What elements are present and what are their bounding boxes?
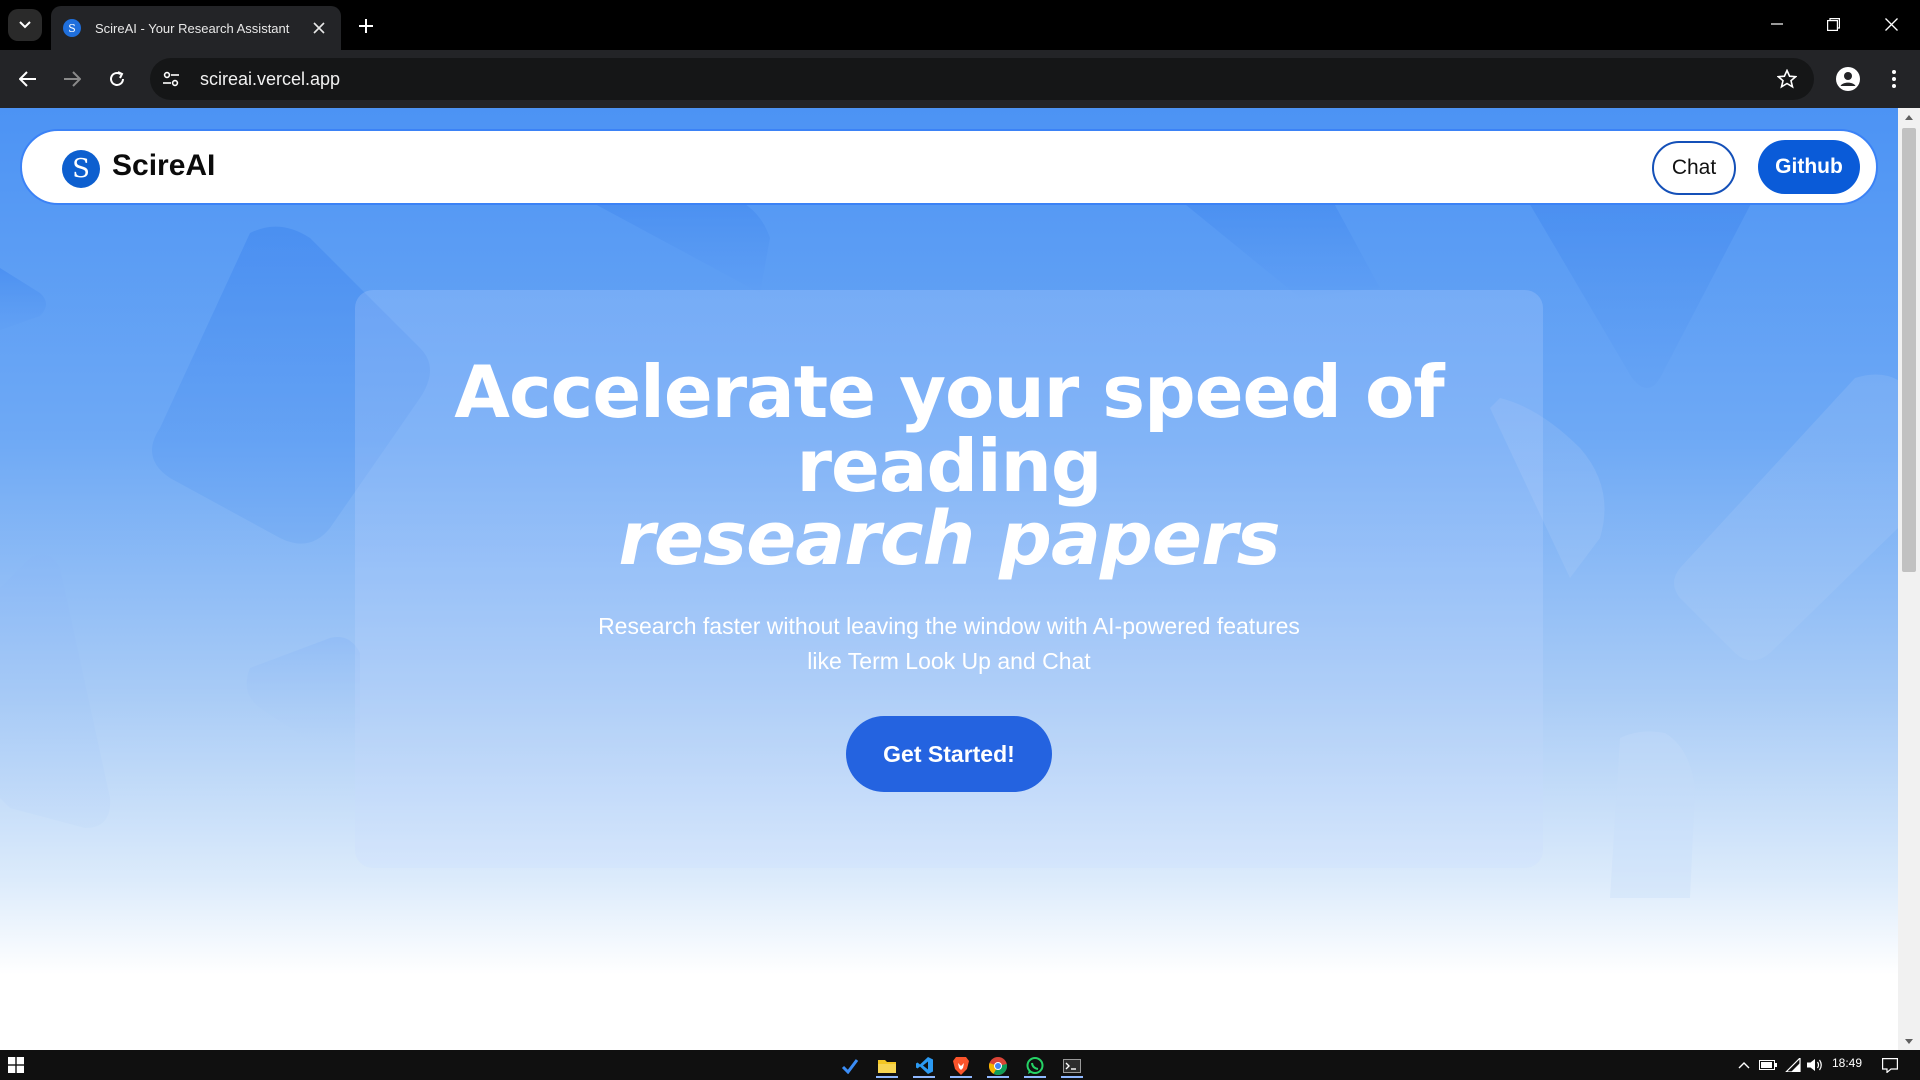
new-tab-button[interactable] (352, 12, 380, 40)
decor-shape (1674, 374, 1898, 661)
taskbar-app-todo[interactable] (835, 1053, 865, 1078)
page-viewport: S ScireAI Chat Github Accelerate your sp… (0, 108, 1898, 1050)
arrow-left-icon (19, 71, 36, 87)
tune-icon (163, 71, 179, 87)
close-icon (1884, 17, 1898, 31)
scroll-thumb[interactable] (1902, 128, 1916, 572)
file-explorer-icon (878, 1060, 896, 1073)
scireai-logo-icon[interactable]: S (62, 150, 100, 188)
reload-icon (110, 71, 124, 86)
plus-icon (359, 19, 373, 33)
tray-overflow-button[interactable] (1736, 1057, 1752, 1073)
chat-button[interactable]: Chat (1652, 141, 1736, 195)
close-icon (313, 22, 325, 34)
browser-toolbar: scireai.vercel.app (0, 50, 1920, 108)
scroll-up-button[interactable] (1898, 108, 1920, 126)
close-window-button[interactable] (1868, 8, 1914, 40)
bookmark-button[interactable] (1770, 62, 1804, 96)
brave-icon (953, 1056, 969, 1075)
url-text[interactable]: scireai.vercel.app (200, 69, 1770, 90)
tray-volume[interactable] (1806, 1057, 1824, 1073)
page-scrollbar[interactable] (1898, 108, 1920, 1050)
restore-button[interactable] (1810, 8, 1856, 40)
tab-search-button[interactable] (8, 9, 42, 41)
notification-icon (1882, 1057, 1898, 1073)
browser-menu-button[interactable] (1878, 63, 1910, 95)
browser-tab-active[interactable]: S ScireAI - Your Research Assistant (51, 6, 341, 50)
restore-icon (1826, 17, 1840, 31)
minimize-icon (1771, 23, 1783, 25)
avatar-icon (1836, 67, 1860, 91)
taskbar-app-terminal[interactable] (1057, 1053, 1087, 1078)
windows-start-icon[interactable] (8, 1057, 24, 1073)
decor-shape (1175, 196, 1380, 298)
taskbar-clock[interactable]: 18:49 (1832, 1056, 1862, 1070)
site-navbar: S ScireAI Chat Github (20, 129, 1878, 205)
forward-button[interactable] (56, 63, 88, 95)
address-bar[interactable]: scireai.vercel.app (150, 58, 1814, 100)
site-info-button[interactable] (154, 62, 188, 96)
profile-button[interactable] (1832, 63, 1864, 95)
github-button[interactable]: Github (1758, 140, 1860, 194)
decor-shape (580, 196, 770, 293)
get-started-button[interactable]: Get Started! (846, 716, 1052, 792)
wifi-icon (1785, 1058, 1801, 1072)
chevron-up-icon (1738, 1061, 1750, 1068)
arrow-right-icon (64, 71, 81, 87)
back-button[interactable] (12, 63, 44, 95)
notification-center-button[interactable] (1880, 1057, 1900, 1073)
taskbar-app-brave[interactable] (946, 1053, 976, 1078)
tab-favicon-icon: S (63, 19, 81, 37)
tab-close-button[interactable] (309, 18, 329, 38)
decor-shape (1525, 196, 1755, 388)
decor-shape (246, 637, 360, 748)
triangle-down-icon (1905, 1038, 1913, 1044)
decor-shape (0, 554, 111, 828)
decor-shape (0, 268, 46, 330)
chevron-down-icon (19, 21, 31, 29)
tray-battery[interactable] (1758, 1057, 1778, 1073)
terminal-icon (1063, 1058, 1081, 1073)
speaker-icon (1807, 1059, 1822, 1071)
minimize-button[interactable] (1754, 8, 1800, 40)
tray-network[interactable] (1784, 1057, 1802, 1073)
taskbar-app-vscode[interactable] (909, 1053, 939, 1078)
hero-subtitle-line1: Research faster without leaving the wind… (598, 613, 1300, 639)
taskbar-app-explorer[interactable] (872, 1053, 902, 1078)
windows-taskbar: 18:49 (0, 1050, 1920, 1080)
hero-heading-line1: Accelerate your speed of (454, 350, 1445, 434)
taskbar-app-chrome[interactable] (983, 1053, 1013, 1078)
browser-tab-bar: S ScireAI - Your Research Assistant (0, 0, 1920, 50)
brand-name[interactable]: ScireAI (112, 149, 215, 183)
hero-subtitle-line2: like Term Look Up and Chat (807, 648, 1091, 674)
taskbar-app-whatsapp[interactable] (1020, 1053, 1050, 1078)
more-vertical-icon (1892, 70, 1896, 88)
battery-icon (1759, 1060, 1777, 1070)
reload-button[interactable] (101, 63, 133, 95)
triangle-up-icon (1905, 114, 1913, 120)
whatsapp-icon (1026, 1056, 1044, 1074)
decor-shape (1610, 731, 1695, 898)
hero-card: Accelerate your speed of reading researc… (355, 290, 1543, 868)
star-icon (1777, 69, 1797, 89)
tab-title: ScireAI - Your Research Assistant (95, 20, 290, 36)
scroll-down-button[interactable] (1898, 1032, 1920, 1050)
todo-icon (841, 1058, 859, 1074)
vscode-icon (915, 1057, 933, 1074)
chrome-icon (989, 1056, 1007, 1075)
hero-heading-emphasis: research papers (618, 496, 1280, 582)
